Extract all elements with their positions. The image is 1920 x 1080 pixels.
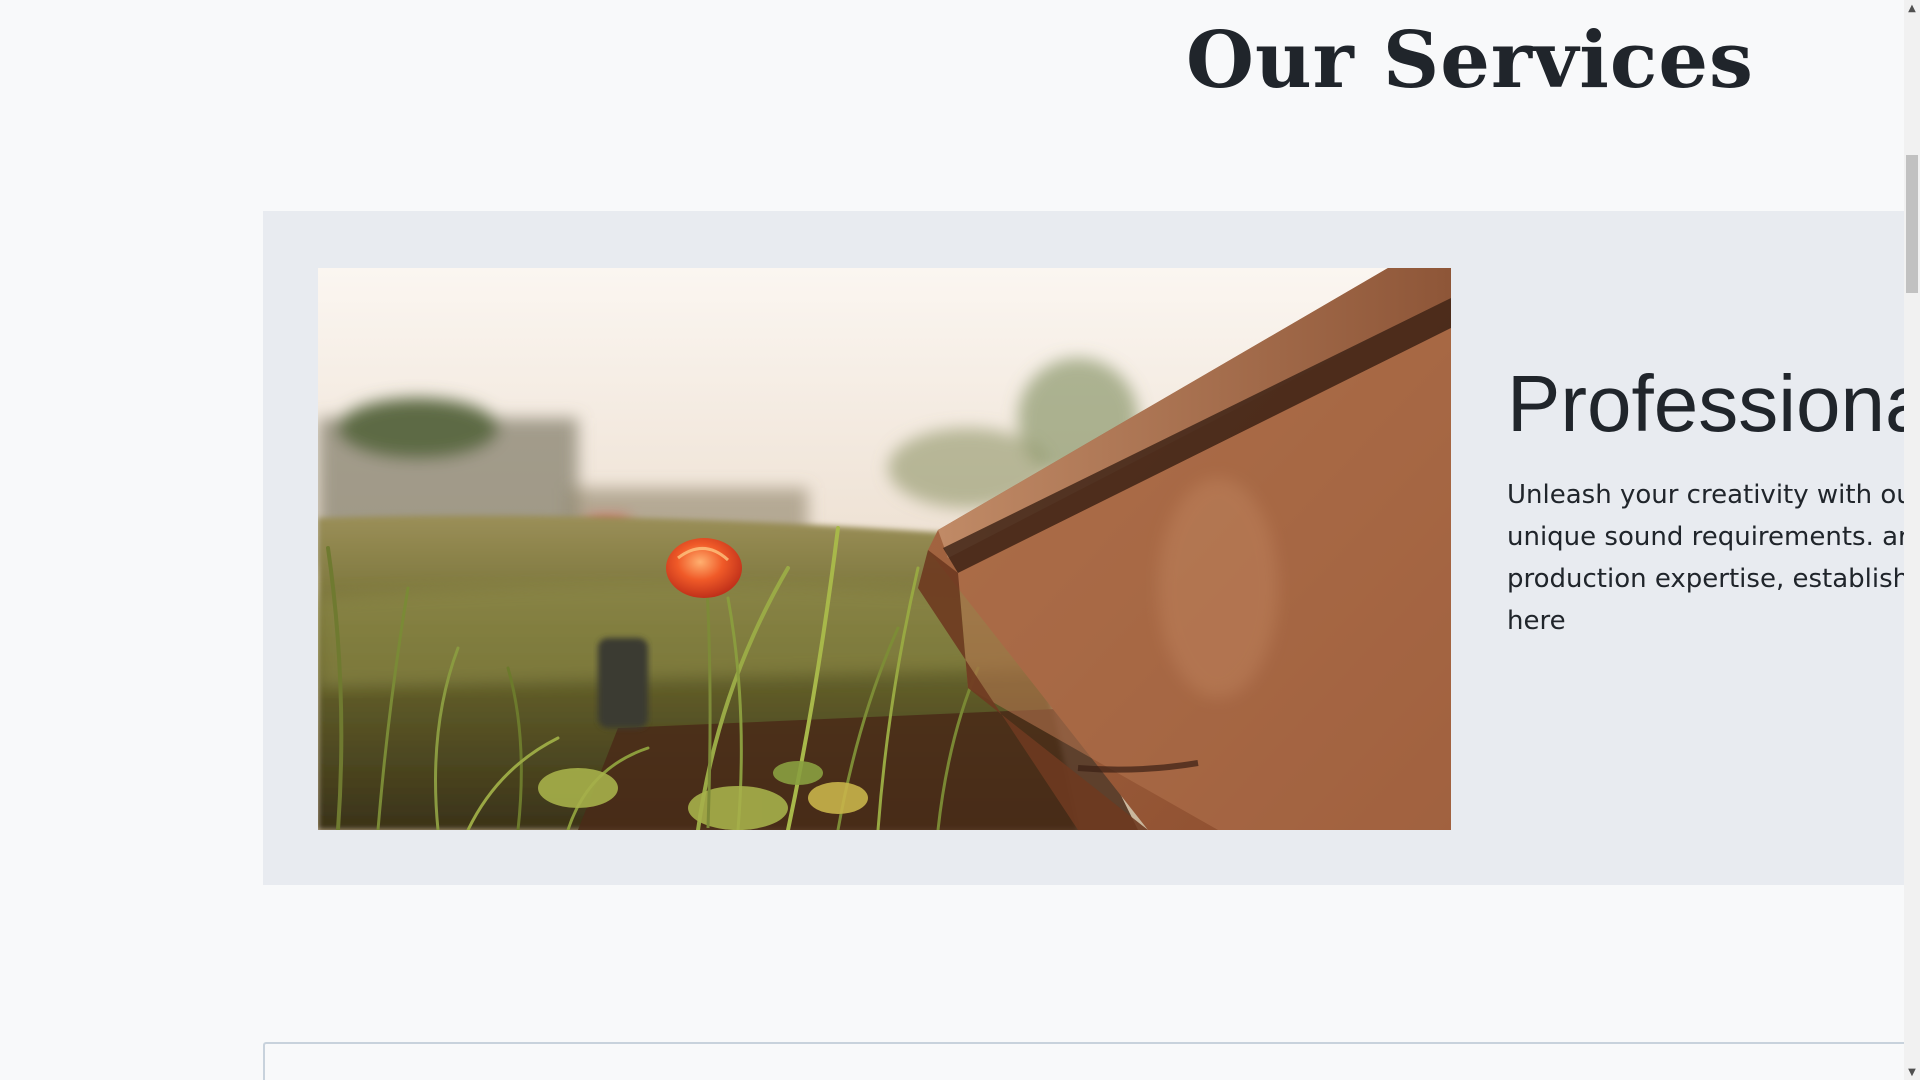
service-heading: Professional Production xyxy=(1507,359,1904,448)
scroll-down-icon[interactable]: ▼ xyxy=(1904,1064,1920,1080)
service-card: Professional Production Unleash your cre… xyxy=(263,211,1904,885)
scroll-up-icon[interactable]: ▲ xyxy=(1904,0,1920,16)
service-description: Unleash your creativity with our meet yo… xyxy=(1507,480,1904,636)
page-viewport: Our Services Professional Unleash your c… xyxy=(0,0,1904,1080)
scroll-thumb[interactable] xyxy=(1906,155,1918,293)
section-title: Our Services xyxy=(1186,15,1754,106)
vertical-scrollbar[interactable]: ▲ ▼ xyxy=(1904,0,1920,1080)
service-image xyxy=(318,268,1451,830)
service-text: Professional Production Unleash your cre… xyxy=(1507,359,1904,642)
next-service-card xyxy=(263,1042,1904,1080)
poppy-rail-photo xyxy=(318,268,1451,830)
